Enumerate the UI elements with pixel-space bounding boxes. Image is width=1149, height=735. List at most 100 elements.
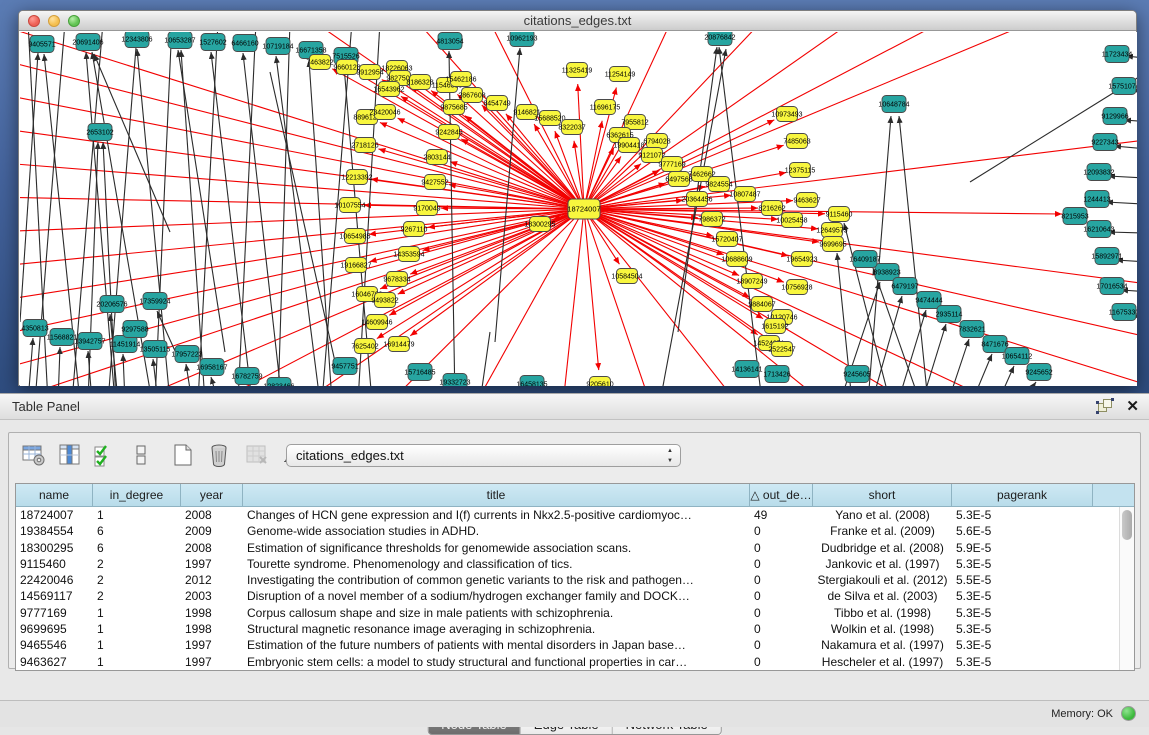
- svg-text:8938923: 8938923: [873, 269, 900, 276]
- svg-text:16782759: 16782759: [231, 373, 262, 380]
- table-row[interactable]: 1872400712008Changes of HCN gene express…: [16, 507, 1119, 523]
- svg-text:6497568: 6497568: [665, 176, 692, 183]
- modify-table-columns-button[interactable]: [19, 440, 49, 470]
- svg-text:9463627: 9463627: [793, 197, 820, 204]
- svg-text:16958167: 16958167: [196, 364, 227, 371]
- create-new-table-button[interactable]: [168, 440, 198, 470]
- svg-text:20364456: 20364456: [681, 196, 712, 203]
- table-row[interactable]: 946362711997Embryonic stem cells: a mode…: [16, 654, 1119, 670]
- svg-text:7986372: 7986372: [698, 216, 725, 223]
- svg-text:7625402: 7625402: [351, 343, 378, 350]
- cell-title: Corpus callosum shape and size in male p…: [243, 605, 750, 621]
- cell-pagerank: 5.3E-5: [952, 621, 1093, 637]
- minimize-window-button[interactable]: [48, 15, 60, 27]
- svg-text:12649575: 12649575: [816, 227, 847, 234]
- cell-short: Wolkin et al. (1998): [813, 621, 952, 637]
- cell-title: Genome-wide association studies in ADHD.: [243, 523, 750, 539]
- svg-text:17957223: 17957223: [171, 351, 202, 358]
- svg-text:1713426: 1713426: [763, 371, 790, 378]
- show-hide-columns-button[interactable]: [55, 440, 85, 470]
- cell-short: Nakamura et al. (1997): [813, 637, 952, 653]
- cell-out_degree: 0: [750, 523, 813, 539]
- cell-title: Structural magnetic resonance image aver…: [243, 621, 750, 637]
- svg-text:6466160: 6466160: [231, 40, 258, 47]
- table-row[interactable]: 1830029562008Estimation of significance …: [16, 540, 1119, 556]
- table-vertical-scrollbar[interactable]: [1119, 507, 1134, 670]
- svg-text:8215953: 8215953: [1061, 213, 1088, 220]
- table-header-row: namein_degreeyeartitle△ out_de…shortpage…: [16, 484, 1134, 507]
- svg-text:20876842: 20876842: [704, 34, 735, 41]
- column-header-pagerank[interactable]: pagerank: [952, 484, 1093, 506]
- network-window-titlebar[interactable]: citations_edges.txt: [19, 11, 1136, 31]
- table-browser-card: f(x) citations_edges.txt ▲▼ namein_degre…: [8, 432, 1141, 669]
- svg-text:16671358: 16671358: [295, 47, 326, 54]
- zoom-window-button[interactable]: [68, 15, 80, 27]
- table-selector-dropdown[interactable]: citations_edges.txt ▲▼: [286, 444, 681, 467]
- table-panel: Table Panel ✕: [0, 393, 1149, 727]
- table-row[interactable]: 1456911722003Disruption of a novel membe…: [16, 588, 1119, 604]
- svg-text:10107554: 10107554: [334, 202, 365, 209]
- svg-text:9205610: 9205610: [586, 381, 613, 386]
- cell-short: Yano et al. (2008): [813, 507, 952, 523]
- table-row[interactable]: 911546021997Tourette syndrome. Phenomeno…: [16, 556, 1119, 572]
- cell-title: Disruption of a novel member of a sodium…: [243, 588, 750, 604]
- cell-name: 9463627: [16, 654, 93, 670]
- dropdown-stepper-icon: ▲▼: [667, 446, 673, 466]
- svg-text:18907249: 18907249: [736, 278, 767, 285]
- svg-text:9227343: 9227343: [1091, 139, 1118, 146]
- table-row[interactable]: 977716911998Corpus callosum shape and si…: [16, 605, 1119, 621]
- close-window-button[interactable]: [28, 15, 40, 27]
- svg-text:10654112: 10654112: [1002, 353, 1033, 360]
- column-header-short[interactable]: short: [813, 484, 952, 506]
- unselect-all-rows-button[interactable]: [126, 440, 156, 470]
- cell-in_degree: 1: [93, 621, 181, 637]
- svg-text:9875685: 9875685: [440, 104, 467, 111]
- network-canvas[interactable]: 9405571206914061234380610653287152760264…: [20, 32, 1137, 386]
- svg-text:2935114: 2935114: [936, 311, 963, 318]
- cell-short: Stergiakouli et al. (2012): [813, 572, 952, 588]
- cell-in_degree: 1: [93, 605, 181, 621]
- svg-text:19904418: 19904418: [613, 142, 644, 149]
- svg-text:2653102: 2653102: [86, 129, 113, 136]
- svg-text:13505115: 13505115: [140, 346, 171, 353]
- svg-text:15462186: 15462186: [445, 76, 476, 83]
- svg-text:9297588: 9297588: [121, 326, 148, 333]
- svg-text:11451914: 11451914: [110, 341, 141, 348]
- network-view-desktop: citations_edges.txt 94055712069140612343…: [0, 0, 1149, 393]
- delete-table-button[interactable]: [204, 440, 234, 470]
- svg-text:14136141: 14136141: [731, 366, 762, 373]
- column-header-in_degree[interactable]: in_degree: [93, 484, 181, 506]
- float-panel-icon[interactable]: [1096, 398, 1114, 416]
- cell-year: 1997: [181, 637, 243, 653]
- cell-out_degree: 0: [750, 654, 813, 670]
- cell-title: Estimation of significance thresholds fo…: [243, 540, 750, 556]
- cell-in_degree: 6: [93, 540, 181, 556]
- delete-column-button[interactable]: [242, 440, 272, 470]
- table-row[interactable]: 946554611997Estimation of the future num…: [16, 637, 1119, 653]
- cell-title: Estimation of the future numbers of pati…: [243, 637, 750, 653]
- status-bar: Memory: OK: [0, 700, 1149, 727]
- cell-short: Dudbridge et al. (2008): [813, 540, 952, 556]
- column-header-out_degree[interactable]: △ out_de…: [750, 484, 813, 506]
- svg-text:10688609: 10688609: [721, 256, 752, 263]
- close-panel-icon[interactable]: ✕: [1126, 398, 1139, 416]
- select-all-rows-button[interactable]: [90, 440, 120, 470]
- cell-name: 9699695: [16, 621, 93, 637]
- table-row[interactable]: 969969511998Structural magnetic resonanc…: [16, 621, 1119, 637]
- svg-text:16210643: 16210643: [1083, 226, 1114, 233]
- cell-in_degree: 1: [93, 654, 181, 670]
- cell-name: 14569117: [16, 588, 93, 604]
- scrollbar-thumb[interactable]: [1122, 510, 1132, 540]
- column-header-year[interactable]: year: [181, 484, 243, 506]
- column-header-title[interactable]: title: [243, 484, 750, 506]
- svg-text:15720407: 15720407: [711, 236, 742, 243]
- svg-text:9245652: 9245652: [1025, 369, 1052, 376]
- memory-status-indicator[interactable]: [1121, 706, 1136, 721]
- table-row[interactable]: 2242004622012Investigating the contribut…: [16, 572, 1119, 588]
- svg-text:16409187: 16409187: [849, 256, 880, 263]
- svg-text:9242845: 9242845: [435, 129, 462, 136]
- memory-status-label: Memory: OK: [1051, 708, 1113, 720]
- svg-text:16458135: 16458135: [516, 381, 547, 386]
- table-row[interactable]: 1938455462009Genome-wide association stu…: [16, 523, 1119, 539]
- column-header-name[interactable]: name: [16, 484, 93, 506]
